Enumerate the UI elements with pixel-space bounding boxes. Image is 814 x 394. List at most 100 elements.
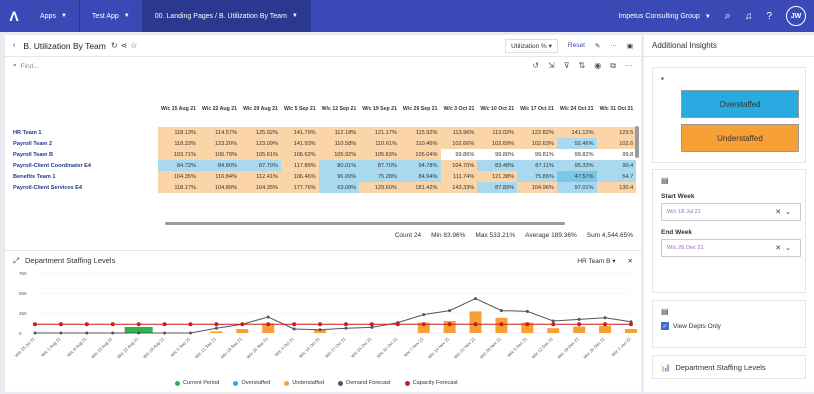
utilization-cell[interactable]: 84.94% [399,171,441,182]
utilization-cell[interactable]: 87.89% [477,182,518,193]
utilization-cell[interactable]: 75.28% [359,171,400,182]
table-row[interactable]: Payroll Team 2 118.33% 123.20% 123.09% 141.9… [10,138,637,149]
team-name[interactable]: Benefits Team 1 [10,171,158,182]
edit-icon[interactable]: ✎ [595,42,600,50]
utilization-cell[interactable]: 129.5 [596,127,637,138]
clear-chevron-icons[interactable]: ✕⌄ [775,244,795,252]
team-select[interactable]: HR Team B ▾ [577,257,615,265]
utilization-cell[interactable]: 96.09% [318,171,360,182]
utilization-cell[interactable]: 80.01% [318,160,360,171]
more-icon[interactable]: ··· [610,42,617,49]
utilization-cell[interactable]: 94.78% [399,160,441,171]
app-logo-icon[interactable]: Λ [0,0,28,32]
utilization-cell[interactable]: 123.20% [198,138,240,149]
search-icon[interactable]: ⌕ [725,10,731,23]
week-column-header[interactable]: W/c 24 Oct 21 [557,91,597,127]
utilization-cell[interactable]: 99.80% [477,149,518,160]
utilization-cell[interactable]: 105.92% [318,149,360,160]
utilization-cell[interactable]: 106.79% [198,149,240,160]
view-icon[interactable]: ◉ [594,61,601,71]
week-column-header[interactable]: W/c 15 Aug 21 [158,91,199,127]
page-menu[interactable]: 00. Landing Pages / B. Utilization By Te… [142,0,311,32]
utilization-cell[interactable]: 102.6 [596,138,637,149]
legend-item[interactable]: Understaffed [284,380,324,386]
utilization-cell[interactable]: 84.72% [158,160,199,171]
table-row[interactable]: Payroll Team B 103.71% 106.79% 105.61% 106.6… [10,149,637,160]
utilization-cell[interactable]: 122.82% [517,127,557,138]
apps-menu[interactable]: Apps ▼ [28,0,80,32]
view-depts-checkbox[interactable]: ✓ View Depts Only [661,322,805,330]
utilization-cell[interactable]: 92.46% [556,138,597,149]
export-icon[interactable]: ⇲ [548,61,555,71]
help-icon[interactable]: ? [766,11,772,22]
week-column-header[interactable]: W/c 17 Oct 21 [517,91,557,127]
utilization-cell[interactable]: 102.66% [440,138,478,149]
dept-staffing-link[interactable]: 📊 Department Staffing Levels [652,355,806,379]
legend-item[interactable]: Current Period [175,380,219,386]
bell-icon[interactable]: ♫ [745,11,753,22]
utilization-cell[interactable]: 118.17% [158,182,199,193]
table-row[interactable]: Payroll-Client Coordinator E4 84.72% 84.80… [10,160,637,171]
utilization-cell[interactable]: 112.41% [239,171,281,182]
utilization-cell[interactable]: 104.89% [198,182,240,193]
utilization-cell[interactable]: 106.46% [280,171,319,182]
app-menu[interactable]: Test App ▼ [80,0,143,32]
utilization-cell[interactable]: 164.35% [239,182,281,193]
avatar[interactable]: JW [786,6,806,26]
utilization-cell[interactable]: 110.46% [399,138,441,149]
utilization-cell[interactable]: 54.7 [596,171,637,182]
utilization-cell[interactable]: 102.69% [477,138,518,149]
clear-chevron-icons[interactable]: ✕⌄ [775,208,795,216]
week-column-header[interactable]: W/c 5 Sep 21 [281,91,319,127]
utilization-cell[interactable]: 99.81% [517,149,557,160]
utilization-cell[interactable]: 106.62% [280,149,319,160]
metric-select[interactable]: Utilization % ▾ [505,38,558,53]
team-name[interactable]: Payroll Team B [10,149,158,160]
table-row[interactable]: Benefits Team 1 104.35% 116.84% 112.41% 106.… [10,171,637,182]
team-name[interactable]: Payroll Team 2 [10,138,158,149]
utilization-cell[interactable]: 123.09% [239,138,281,149]
utilization-cell[interactable]: 104.70% [440,160,478,171]
utilization-cell[interactable]: 112.18% [318,127,360,138]
utilization-cell[interactable]: 99.8 [596,149,637,160]
utilization-cell[interactable]: 87.70% [359,160,400,171]
start-week-field[interactable]: W/c 18 Jul 21 ✕⌄ [661,203,801,221]
utilization-cell[interactable]: 114.57% [198,127,240,138]
expand-icon[interactable]: ⤢ [13,256,19,266]
utilization-cell[interactable]: 83.48% [477,160,518,171]
reset-button[interactable]: Reset [568,42,585,49]
close-icon[interactable]: ✕ [628,257,633,265]
utilization-cell[interactable]: 110.61% [359,138,400,149]
utilization-cell[interactable]: 87.70% [239,160,281,171]
utilization-cell[interactable]: 105.61% [239,149,281,160]
find-input[interactable]: Find... [21,63,39,70]
utilization-cell[interactable]: 125.92% [239,127,281,138]
end-week-field[interactable]: W/c 26 Dec 21 ✕⌄ [661,239,801,257]
utilization-cell[interactable]: 104.35% [158,171,199,182]
utilization-cell[interactable]: 117.89% [280,160,319,171]
sort-icon[interactable]: ⇅ [579,61,586,71]
utilization-cell[interactable]: 113.96% [440,127,478,138]
horizontal-scrollbar[interactable] [165,222,565,225]
utilization-cell[interactable]: 181.42% [399,182,441,193]
week-column-header[interactable]: W/c 31 Oct 21 [597,91,637,127]
utilization-cell[interactable]: 121.17% [359,127,400,138]
utilization-cell[interactable]: 118.33% [158,138,199,149]
panel-toggle-icon[interactable]: ▣ [627,42,633,50]
utilization-cell[interactable]: 143.33% [440,182,478,193]
table-row[interactable]: HR Team 1 118.13% 114.57% 125.92% 141.79% 112… [10,127,637,138]
history-icon[interactable]: ↺ [532,61,539,71]
utilization-cell[interactable]: 103.71% [158,149,199,160]
team-name[interactable]: HR Team 1 [10,127,158,138]
utilization-cell[interactable]: 141.93% [280,138,319,149]
checkbox-checked-icon[interactable]: ✓ [661,322,669,330]
utilization-cell[interactable]: 97.01% [556,182,597,193]
utilization-cell[interactable]: 105.04% [399,149,441,160]
week-column-header[interactable]: W/c 29 Aug 21 [240,91,281,127]
filter-icon[interactable]: ⊽ [564,61,570,71]
utilization-cell[interactable]: 177.76% [280,182,319,193]
week-column-header[interactable]: W/c 12 Sep 21 [319,91,360,127]
utilization-cell[interactable]: 63.09% [318,182,360,193]
week-column-header[interactable]: W/c 10 Oct 21 [477,91,517,127]
copy-icon[interactable]: ⧉ [610,61,616,71]
